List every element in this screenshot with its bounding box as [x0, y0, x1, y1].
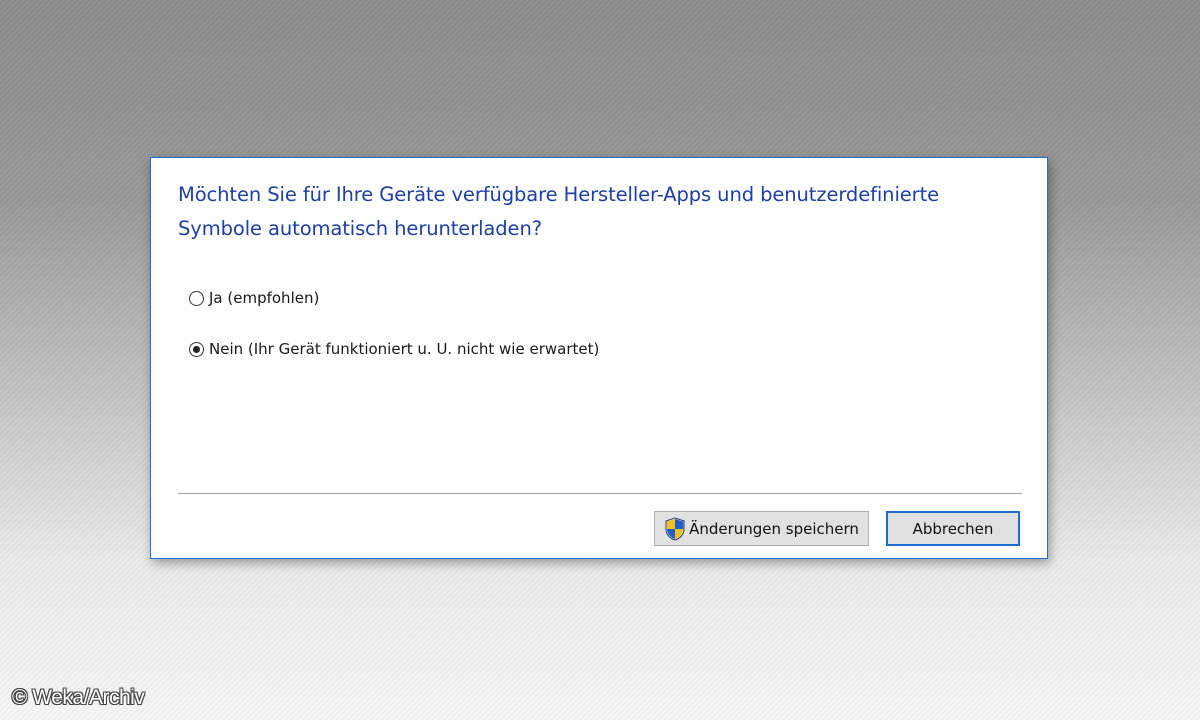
radio-button-yes[interactable]: [189, 290, 204, 306]
option-yes-recommended[interactable]: Ja (empfohlen): [189, 289, 319, 307]
uac-shield-icon: [665, 516, 685, 541]
option-no[interactable]: Nein (Ihr Gerät funktioniert u. U. nicht…: [189, 340, 599, 358]
radio-button-no-selected[interactable]: [189, 341, 204, 357]
copyright-watermark: © Weka/Archiv: [12, 686, 145, 709]
device-installation-settings-dialog: Möchten Sie für Ihre Geräte verfügbare H…: [150, 157, 1048, 559]
separator-line: [178, 493, 1022, 494]
save-changes-label: Änderungen speichern: [689, 519, 859, 538]
dialog-question: Möchten Sie für Ihre Geräte verfügbare H…: [178, 183, 940, 240]
save-changes-button[interactable]: Änderungen speichern: [654, 511, 869, 546]
cancel-button[interactable]: Abbrechen: [886, 511, 1020, 546]
option-no-label: Nein (Ihr Gerät funktioniert u. U. nicht…: [209, 340, 600, 358]
option-yes-label: Ja (empfohlen): [209, 289, 320, 307]
cancel-label: Abbrechen: [912, 519, 994, 538]
